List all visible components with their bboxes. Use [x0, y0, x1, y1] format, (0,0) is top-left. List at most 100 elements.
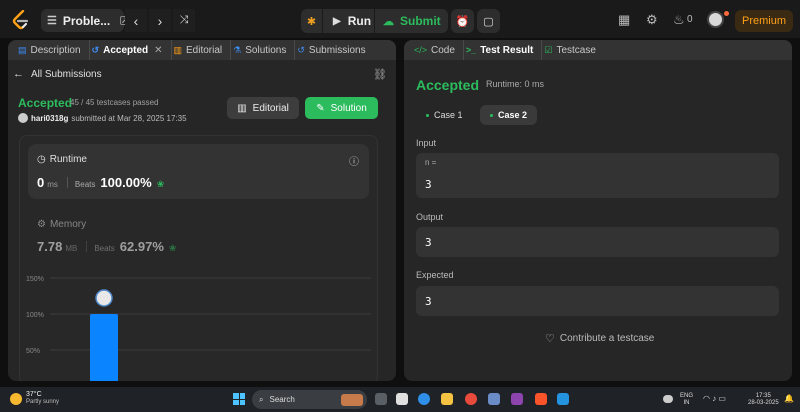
- bell-icon[interactable]: 🔔: [784, 395, 794, 403]
- problem-list-button[interactable]: ☰ Proble... ↗: [41, 9, 130, 32]
- edit-icon: ✎: [316, 102, 325, 114]
- notes-button[interactable]: ▢: [477, 9, 500, 33]
- chrome-icon[interactable]: [465, 393, 477, 405]
- tab-code[interactable]: </> Code: [412, 40, 464, 60]
- memory-heading[interactable]: ⚙ Memory: [37, 219, 86, 230]
- tab-accepted[interactable]: ↺ Accepted ✕: [90, 40, 172, 60]
- pass-dot: [426, 113, 429, 117]
- input-box: n = 3: [416, 153, 779, 198]
- info-icon[interactable]: ⓘ: [349, 153, 359, 168]
- avatar[interactable]: [707, 11, 724, 28]
- clock[interactable]: 17:35 28-03-2025: [748, 393, 779, 407]
- next-problem-button[interactable]: ›: [149, 9, 171, 32]
- top-bar: ☰ Proble... ↗ ‹ › ⤨ ✱ ▶ Run ☁ Submit ⏰ ▢…: [0, 0, 800, 38]
- contribute-testcase-link[interactable]: ♡ Contribute a testcase: [545, 332, 654, 345]
- input-label: Input: [416, 138, 437, 148]
- tab-label: Test Result: [480, 44, 534, 56]
- tab-label: Testcase: [556, 44, 596, 56]
- layout-grid-icon[interactable]: ▦: [618, 12, 630, 28]
- output-value: 3: [425, 236, 432, 249]
- tab-label: Description: [30, 44, 81, 56]
- runtime-card[interactable]: ◷ Runtime ⓘ 0 ms Beats 100.00% ❀: [28, 144, 369, 199]
- beats-label: Beats: [94, 244, 115, 253]
- taskbar-search[interactable]: ⌕ Search: [252, 390, 367, 409]
- debug-button[interactable]: ✱: [301, 9, 323, 33]
- store-icon[interactable]: [488, 393, 500, 405]
- runtime-heading: ◷ Runtime: [37, 154, 87, 165]
- result-runtime: Runtime: 0 ms: [486, 79, 545, 89]
- book-icon: ▥: [237, 102, 247, 114]
- divider: [66, 177, 68, 188]
- wifi-icon[interactable]: ◠ ♪ ▭: [703, 395, 726, 403]
- runtime-label: Runtime: [49, 154, 87, 165]
- run-label: Run: [347, 14, 372, 28]
- language-line2: IN: [683, 400, 690, 406]
- editorial-button[interactable]: ▥ Editorial: [227, 97, 299, 119]
- sparkle-icon: ❀: [168, 243, 177, 253]
- play-icon: ▶: [333, 15, 341, 27]
- tab-label: Solutions: [245, 44, 287, 56]
- windows-start-icon[interactable]: [233, 393, 245, 405]
- arrow-left-icon: ←: [13, 68, 24, 80]
- temperature: 37°C: [26, 391, 42, 398]
- back-to-submissions[interactable]: ← All Submissions ⛓: [13, 68, 387, 81]
- weather-sun-icon: [10, 392, 22, 405]
- tab-description[interactable]: ▤ Description: [16, 40, 90, 60]
- expected-label: Expected: [416, 270, 454, 280]
- test-result-panel: </> Code >_ Test Result ☑ Testcase Accep…: [404, 40, 792, 381]
- flask-icon: ⚗: [233, 44, 242, 55]
- case-label: Case 2: [498, 110, 528, 120]
- tab-label: Code: [431, 44, 455, 56]
- memory-unit: MB: [65, 244, 78, 253]
- random-problem-button[interactable]: ⤨: [173, 9, 195, 32]
- close-icon[interactable]: ✕: [154, 45, 162, 56]
- gear-icon[interactable]: ⚙: [646, 12, 658, 28]
- premium-button[interactable]: Premium: [735, 10, 793, 32]
- brave-icon[interactable]: [535, 393, 547, 405]
- username[interactable]: hari0318g: [31, 114, 68, 123]
- tab-editorial[interactable]: ▥ Editorial: [172, 40, 232, 60]
- leetcode-logo-icon[interactable]: [12, 10, 30, 30]
- task-view-icon[interactable]: [375, 393, 387, 405]
- language-indicator[interactable]: ENG IN: [680, 393, 693, 407]
- streak-count: 0: [687, 14, 693, 25]
- case-tab-2[interactable]: Case 2: [480, 105, 538, 125]
- fire-icon[interactable]: ♨: [673, 12, 685, 28]
- tab-test-result[interactable]: >_ Test Result: [464, 40, 543, 60]
- search-highlight-icon: [341, 393, 363, 406]
- vscode-icon[interactable]: [557, 393, 569, 405]
- memory-value: 7.78: [37, 239, 63, 254]
- solution-button[interactable]: ✎ Solution: [305, 97, 378, 119]
- search-icon: ⌕: [259, 394, 264, 404]
- file-explorer-icon[interactable]: [441, 393, 453, 405]
- runtime-value-row: 0 ms Beats 100.00% ❀: [37, 175, 164, 190]
- share-link-icon[interactable]: ⛓: [373, 68, 387, 81]
- tab-submissions[interactable]: ↺ Submissions: [295, 40, 373, 60]
- edge-icon[interactable]: [418, 393, 430, 405]
- alarm-icon: ⏰: [455, 15, 470, 28]
- onenote-icon[interactable]: [511, 393, 523, 405]
- tab-testcase[interactable]: ☑ Testcase: [542, 40, 604, 60]
- run-button[interactable]: ▶ Run: [323, 9, 375, 33]
- chip-icon: ⚙: [37, 219, 46, 230]
- cloud-icon[interactable]: [663, 395, 673, 403]
- testcases-passed: 45 / 45 testcases passed: [70, 98, 159, 107]
- problem-list-label: Proble...: [62, 13, 111, 28]
- weather-widget[interactable]: 37°C Partly sunny: [10, 391, 59, 406]
- timer-button[interactable]: ⏰: [451, 9, 474, 33]
- case-tab-1[interactable]: Case 1: [416, 105, 473, 125]
- prev-problem-button[interactable]: ‹: [125, 9, 147, 32]
- tab-solutions[interactable]: ⚗ Solutions: [231, 40, 296, 60]
- notification-dot: [724, 11, 729, 16]
- chevron-left-icon: ‹: [133, 12, 139, 29]
- user-position-avatar: [95, 289, 113, 307]
- avatar[interactable]: [18, 113, 28, 123]
- distribution-bar[interactable]: [90, 314, 118, 381]
- history-icon: ↺: [297, 44, 305, 55]
- cloud-upload-icon: ☁: [383, 15, 394, 28]
- windows-taskbar: 37°C Partly sunny ⌕ Search ENG IN ◠ ♪ ▭ …: [0, 387, 800, 412]
- stats-card: ◷ Runtime ⓘ 0 ms Beats 100.00% ❀ ⚙ Memor…: [19, 135, 378, 381]
- memory-value-row: 7.78 MB Beats 62.97% ❀: [37, 239, 176, 254]
- copilot-icon[interactable]: [396, 393, 408, 405]
- submit-button[interactable]: ☁ Submit: [375, 14, 441, 28]
